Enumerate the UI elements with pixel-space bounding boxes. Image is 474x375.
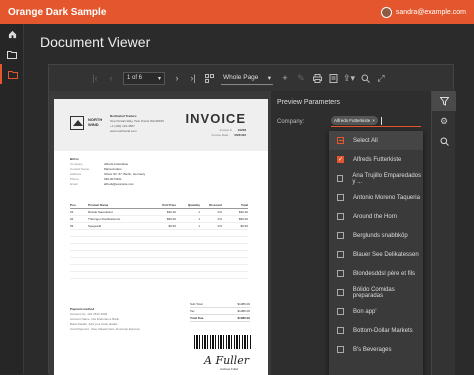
app-title: Orange Dark Sample xyxy=(8,6,107,18)
list-item[interactable]: Bon app' xyxy=(329,302,423,321)
invoice-totals: Sub Total $1086.00 Tax $1086.00 Total Due $… xyxy=(190,302,250,322)
bill-to: Bill to: Company Alfreds Futterkiste Cont… xyxy=(70,157,146,186)
checkbox[interactable] xyxy=(337,251,344,258)
list-item[interactable]: Around the Horn xyxy=(329,207,423,226)
table-row-empty xyxy=(70,251,248,258)
parameters-panel: Preview Parameters Company: Alfreds Futt… xyxy=(271,91,431,375)
search-icon[interactable] xyxy=(357,70,373,86)
sidebar xyxy=(0,24,24,374)
avatar[interactable] xyxy=(380,6,392,18)
checkbox[interactable] xyxy=(337,270,344,277)
table-row: #2 Thüringer Rostbratwurst $99.00 1 0% $99.00 xyxy=(70,217,248,223)
table-row-empty xyxy=(70,237,248,244)
checkbox[interactable] xyxy=(337,232,344,239)
table-row-empty xyxy=(70,230,248,237)
company-dropdown: Select All ✓ Alfreds Futterkiste Ana Truj… xyxy=(329,131,423,375)
company-chip[interactable]: Alfreds Futterkiste × xyxy=(331,116,378,125)
list-item[interactable]: Bottom-Dollar Markets xyxy=(329,321,423,340)
table-row-empty xyxy=(70,258,248,265)
table-row-empty xyxy=(70,244,248,251)
logo-text: NORTH WIND xyxy=(88,117,103,127)
checkbox[interactable] xyxy=(337,346,344,353)
filter-icon[interactable] xyxy=(432,91,456,111)
company-tagbox[interactable]: Alfreds Futterkiste × xyxy=(331,115,421,127)
barcode xyxy=(194,335,252,349)
checkbox[interactable] xyxy=(337,289,344,296)
list-item[interactable]: Blondesddsl père et fils xyxy=(329,264,423,283)
invoice-page: NORTH WIND Northwind Traders One Portals … xyxy=(54,99,268,375)
user-email: sandra@example.com xyxy=(395,8,466,16)
list-item[interactable]: Berglunds snabbköp xyxy=(329,226,423,245)
checkbox[interactable] xyxy=(337,327,344,334)
list-item[interactable]: B's Beverages xyxy=(329,340,423,359)
text-caret xyxy=(380,116,382,125)
list-item[interactable]: Bólido Comidas preparadas xyxy=(329,283,423,302)
company-info: Northwind Traders One Portals Way, Twin … xyxy=(110,114,164,133)
list-item[interactable]: Antonio Moreno Taqueria xyxy=(329,188,423,207)
table-row-empty xyxy=(70,265,248,272)
folder-open-icon[interactable] xyxy=(0,64,24,84)
invoice-meta: Invoice #10248 Invoice Date 05/21/22 xyxy=(211,128,246,137)
table-row-empty xyxy=(70,272,248,279)
last-page-icon[interactable]: ›| xyxy=(185,70,201,86)
checkbox[interactable] xyxy=(337,175,344,182)
table-row: #1 Rössle Sauerkraut $36.40 1 0% $36.40 xyxy=(70,210,248,216)
print-page-icon[interactable] xyxy=(325,70,341,86)
zoom-in-icon[interactable]: + xyxy=(277,70,293,86)
user-menu[interactable]: sandra@example.com xyxy=(380,6,466,18)
fullscreen-icon[interactable]: ⤢ xyxy=(373,70,389,86)
page-value: 1 of 6 xyxy=(127,75,143,81)
signature: A Fuller xyxy=(204,354,249,367)
payment-method: Payment method Account No 123 4513 4536 … xyxy=(70,307,140,331)
app-header: Orange Dark Sample sandra@example.com xyxy=(0,0,474,24)
signer-name: Andrew Fuller xyxy=(220,367,239,371)
page-selector[interactable]: 1 of 6 ▾ xyxy=(123,71,165,85)
search-icon[interactable] xyxy=(432,131,456,151)
page-title: Document Viewer xyxy=(40,34,151,50)
zoom-selector[interactable]: Whole Page ▾ xyxy=(221,72,273,85)
multipage-icon[interactable] xyxy=(201,70,217,86)
document-surface[interactable]: NORTH WIND Northwind Traders One Portals … xyxy=(49,91,271,375)
checkbox[interactable] xyxy=(337,213,344,220)
list-item[interactable]: Ana Trujillo Emparedados y ... xyxy=(329,169,423,188)
first-page-icon[interactable]: |‹ xyxy=(87,70,103,86)
table-row: #3 Spegesild $9.60 1 0% $9.60 xyxy=(70,224,248,230)
home-icon[interactable] xyxy=(0,24,24,44)
checkbox[interactable] xyxy=(337,137,344,144)
panel-rail: ⚙ xyxy=(431,91,456,375)
next-page-icon[interactable]: › xyxy=(169,70,185,86)
checkbox[interactable] xyxy=(337,194,344,201)
chevron-down-icon: ▾ xyxy=(267,74,271,82)
previous-page-icon[interactable]: ‹ xyxy=(103,70,119,86)
panel-title: Preview Parameters xyxy=(277,99,341,106)
close-icon[interactable]: × xyxy=(372,118,375,123)
company-logo xyxy=(70,116,84,130)
company-label: Company: xyxy=(277,119,305,125)
folder-icon[interactable] xyxy=(0,44,24,64)
document-viewer: |‹ ‹ 1 of 6 ▾ › ›| Whole Page ▾ + ✎ ⇪▾ ⤢ xyxy=(48,64,456,375)
invoice-heading: INVOICE xyxy=(185,111,246,126)
chevron-down-icon: ▾ xyxy=(157,75,161,82)
checkbox[interactable] xyxy=(337,308,344,315)
list-item[interactable]: ✓ Alfreds Futterkiste xyxy=(329,150,423,169)
edit-icon[interactable]: ✎ xyxy=(293,70,309,86)
export-icon[interactable]: ⇪▾ xyxy=(341,70,357,86)
viewer-toolbar: |‹ ‹ 1 of 6 ▾ › ›| Whole Page ▾ + ✎ ⇪▾ ⤢ xyxy=(49,65,455,91)
zoom-value: Whole Page xyxy=(223,74,259,81)
gear-icon[interactable]: ⚙ xyxy=(432,111,456,131)
list-item[interactable]: Select All xyxy=(329,131,423,150)
list-item[interactable]: Blauer See Delikatessen xyxy=(329,245,423,264)
print-icon[interactable] xyxy=(309,70,325,86)
invoice-table: Pos. Product Name Unit Price Quantity Discou… xyxy=(70,203,248,279)
checkbox[interactable]: ✓ xyxy=(337,156,344,163)
